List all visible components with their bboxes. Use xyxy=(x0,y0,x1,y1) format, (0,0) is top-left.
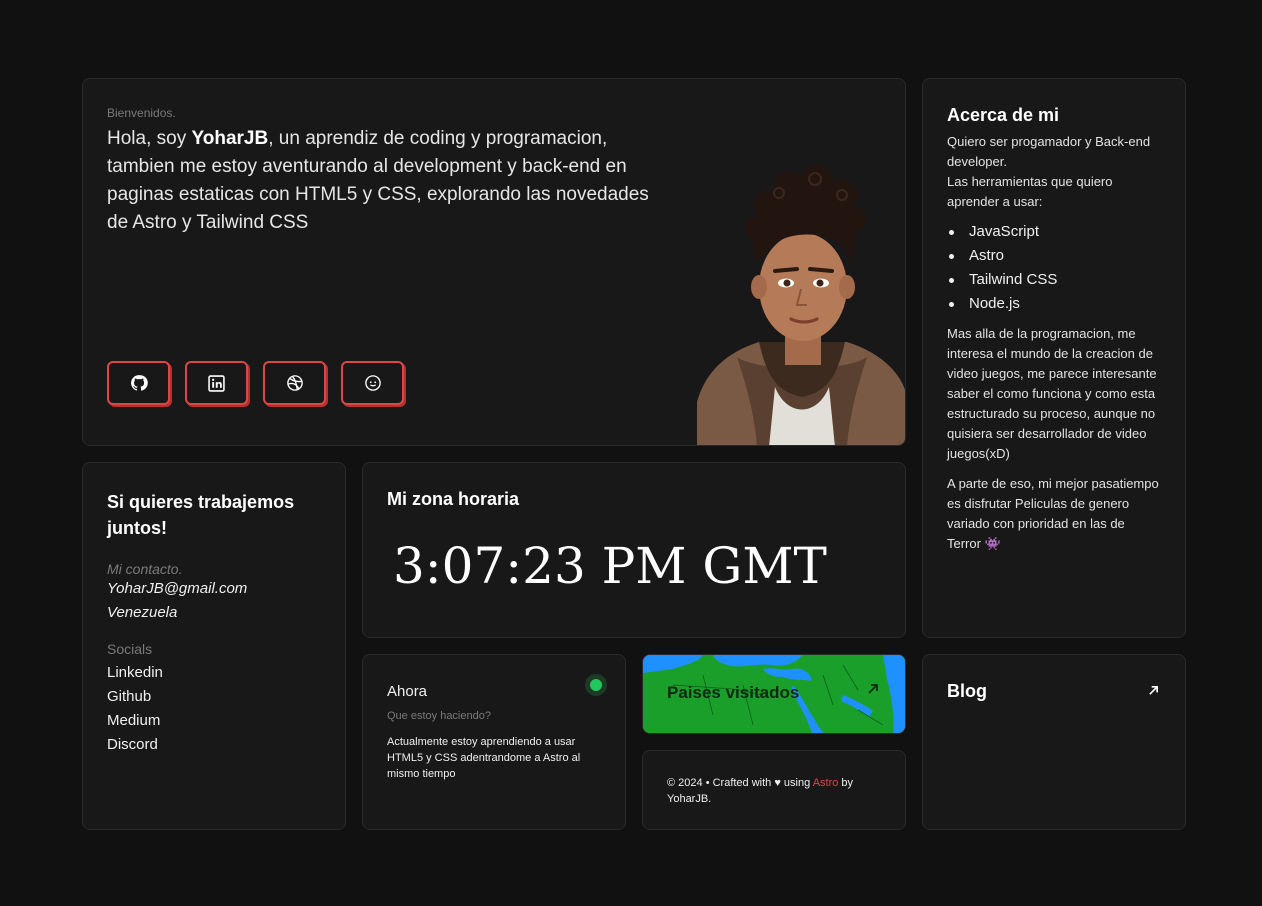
dribbble-icon xyxy=(286,375,303,391)
reddit-button[interactable] xyxy=(341,361,404,405)
about-intro: Quiero ser progamador y Back-end develop… xyxy=(947,134,1151,169)
about-tools-label: Las herramientas que quiero aprender a u… xyxy=(947,174,1113,209)
timezone-card: Mi zona horaria 3:07:23 PM GMT xyxy=(362,462,906,638)
contact-card: Si quieres trabajemos juntos! Mi contact… xyxy=(82,462,346,830)
social-link-discord[interactable]: Discord xyxy=(107,733,321,757)
github-button[interactable] xyxy=(107,361,170,405)
linkedin-icon xyxy=(208,374,225,392)
tool-item: Tailwind CSS xyxy=(947,268,1161,292)
avatar-illustration xyxy=(697,165,905,445)
github-icon xyxy=(130,375,148,391)
social-link-linkedin[interactable]: Linkedin xyxy=(107,661,321,685)
hero-intro-prefix: Hola, soy xyxy=(107,128,192,149)
timezone-title: Mi zona horaria xyxy=(387,489,520,509)
status-dot-icon xyxy=(590,679,602,691)
tool-item: Astro xyxy=(947,244,1161,268)
arrow-up-right-icon xyxy=(868,684,878,694)
about-title: Acerca de mi xyxy=(947,105,1060,125)
now-card: Ahora Que estoy haciendo? Actualmente es… xyxy=(362,654,626,830)
linkedin-button[interactable] xyxy=(185,361,248,405)
about-paragraph-games: Mas alla de la programacion, me interesa… xyxy=(947,326,1157,461)
tools-list: JavaScript Astro Tailwind CSS Node.js xyxy=(947,220,1161,316)
tool-item: JavaScript xyxy=(947,220,1161,244)
hero-intro: Hola, soy YoharJB, un aprendiz de coding… xyxy=(107,125,667,237)
blog-card[interactable]: Blog xyxy=(922,654,1186,830)
socials-label: Socials xyxy=(107,641,153,657)
about-card: Acerca de mi Quiero ser progamador y Bac… xyxy=(922,78,1186,638)
reddit-icon xyxy=(364,375,381,391)
alien-monster-icon: 👾 xyxy=(984,536,1001,551)
contact-title: Si quieres trabajemos juntos! xyxy=(107,492,295,538)
footer-card: © 2024 • Crafted with ♥ using Astro by Y… xyxy=(642,750,906,830)
blog-title: Blog xyxy=(947,681,987,701)
countries-card[interactable]: Paises visitados xyxy=(642,654,906,734)
about-paragraph-movies: A parte de eso, mi mejor pasatiempo es d… xyxy=(947,474,1161,554)
contact-email[interactable]: YoharJB@gmail.com xyxy=(107,577,321,601)
countries-label: Paises visitados xyxy=(667,683,800,702)
hero-card: Bienvenidos. Hola, soy YoharJB, un apren… xyxy=(82,78,906,446)
contact-country: Venezuela xyxy=(107,604,178,621)
footer-prefix: © 2024 • Crafted with ♥ using xyxy=(667,777,813,789)
dribbble-button[interactable] xyxy=(263,361,326,405)
hero-name: YoharJB xyxy=(191,128,269,149)
now-subtitle: Que estoy haciendo? xyxy=(387,710,491,722)
tool-item: Node.js xyxy=(947,292,1161,316)
clock-display: 3:07:23 PM GMT xyxy=(393,537,827,595)
now-title: Ahora xyxy=(387,683,428,700)
hero-eyebrow: Bienvenidos. xyxy=(107,106,176,120)
status-indicator xyxy=(585,674,607,696)
contact-label: Mi contacto. xyxy=(107,561,183,577)
arrow-up-right-icon xyxy=(1149,686,1158,695)
now-body: Actualmente estoy aprendiendo a usar HTM… xyxy=(387,736,581,780)
about-paragraph-movies-text: A parte de eso, mi mejor pasatiempo es d… xyxy=(947,476,1159,551)
footer-text: © 2024 • Crafted with ♥ using Astro by Y… xyxy=(667,775,881,807)
social-link-github[interactable]: Github xyxy=(107,685,321,709)
social-link-medium[interactable]: Medium xyxy=(107,709,321,733)
astro-link[interactable]: Astro xyxy=(813,777,839,789)
